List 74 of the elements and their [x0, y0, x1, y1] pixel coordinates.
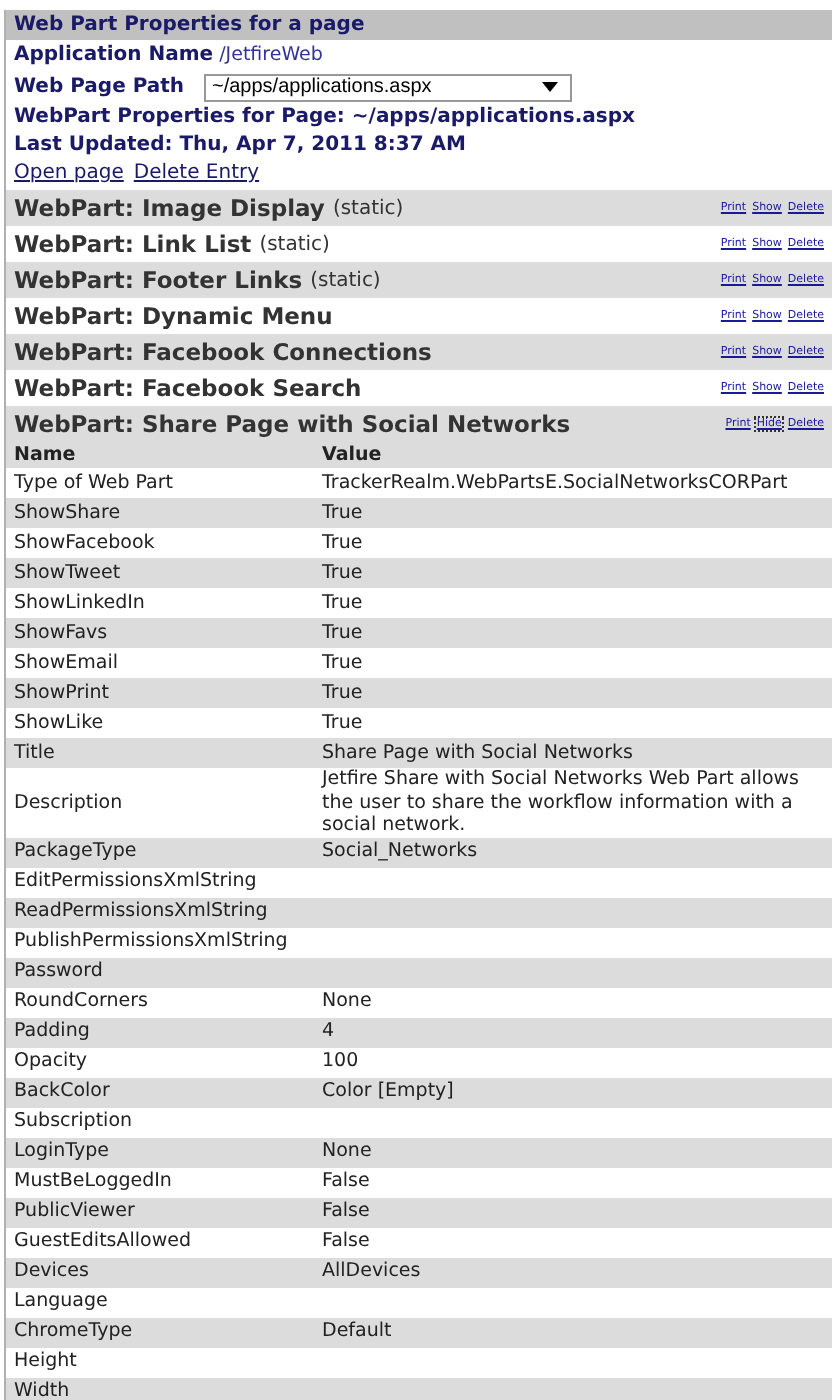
property-value: Share Page with Social Networks	[322, 741, 633, 764]
property-value: True	[322, 681, 363, 704]
property-value: Color [Empty]	[322, 1080, 454, 1103]
field-label: Web Page Path	[14, 73, 187, 101]
property-name: RoundCorners	[14, 990, 148, 1013]
property-name: ShowLike	[14, 711, 104, 734]
property-value: True	[322, 561, 363, 584]
property-name: ShowTweet	[14, 561, 121, 584]
property-value: False	[322, 1230, 370, 1253]
property-value: True	[322, 651, 363, 674]
property-value: True	[322, 591, 363, 614]
property-value: AllDevices	[322, 1260, 421, 1283]
property-name: PublishPermissionsXmlString	[14, 930, 288, 953]
webpart-title: WebPart: Link List	[14, 230, 252, 258]
static-note: (static)	[332, 197, 404, 219]
field-label: Application Name	[14, 44, 214, 66]
property-name: Width	[14, 1380, 70, 1400]
property-name: Height	[14, 1350, 77, 1373]
webpart-title: WebPart: Share Page with Social Networks	[14, 410, 571, 438]
property-value: False	[322, 1170, 370, 1193]
webpart-title: WebPart: Image Display	[14, 194, 325, 222]
column-header: Name	[6, 442, 314, 468]
property-value: Default	[322, 1320, 392, 1343]
webpart-title: WebPart: Facebook Connections	[14, 338, 432, 366]
property-name: BackColor	[14, 1080, 110, 1103]
property-name: PackageType	[14, 840, 137, 863]
property-name: EditPermissionsXmlString	[14, 870, 257, 893]
property-name: LoginType	[14, 1140, 109, 1163]
property-value: 100	[322, 1050, 359, 1073]
property-name: ShowFavs	[14, 621, 108, 644]
property-value: True	[322, 621, 363, 644]
property-name: ShowFacebook	[14, 531, 155, 554]
field-value: /JetfireWeb	[219, 44, 323, 66]
path-dropdown[interactable]: ~/apps/applications.aspx	[204, 73, 572, 101]
column-header: Value	[314, 442, 832, 468]
property-value: 4	[322, 1020, 335, 1043]
property-name: Type of Web Part	[14, 471, 174, 494]
action-link[interactable]: Delete Entry	[133, 162, 260, 184]
property-name: Padding	[14, 1020, 90, 1043]
property-name: Title	[14, 741, 55, 764]
webpart-title: WebPart: Dynamic Menu	[14, 302, 333, 330]
property-value: None	[322, 990, 372, 1013]
static-note: (static)	[310, 269, 381, 291]
property-name: Description	[14, 791, 123, 813]
property-name: PublicViewer	[14, 1200, 135, 1223]
last-updated-text: Last Updated: Thu, Apr 7, 2011 8:37 AM	[14, 132, 468, 160]
webpart-title: WebPart: Footer Links	[14, 266, 303, 294]
property-name: Devices	[14, 1260, 89, 1283]
property-name: ShowPrint	[14, 681, 109, 704]
property-value: True	[322, 531, 363, 554]
property-value: TrackerRealm.WebPartsE.SocialNetworksCORPart	[322, 471, 788, 494]
static-note: (static)	[259, 233, 330, 255]
property-name: Language	[14, 1290, 108, 1313]
panel-title: Web Part Properties for a page	[6, 10, 832, 40]
property-name: ShowLinkedIn	[14, 591, 145, 614]
webpart-title: WebPart: Facebook Search	[14, 374, 362, 402]
property-name: ChromeType	[14, 1320, 133, 1343]
property-name: ShowEmail	[14, 651, 118, 674]
property-value: Jetfire Share with Social Networks Web Part allows the user to share the workflow information with a social network.	[322, 768, 799, 836]
property-value: False	[322, 1200, 370, 1223]
page-heading: WebPart Properties for Page: ~/apps/applications.aspx	[14, 104, 637, 132]
property-name: ShowShare	[14, 501, 121, 524]
property-value: True	[322, 501, 363, 524]
property-name: GuestEditsAllowed	[14, 1230, 191, 1253]
caret-icon	[542, 82, 558, 92]
property-name: Opacity	[14, 1050, 88, 1073]
property-value: True	[322, 711, 363, 734]
action-link[interactable]: Open page	[14, 162, 124, 184]
property-name: Password	[14, 960, 103, 983]
property-value: None	[322, 1140, 372, 1163]
property-name: Subscription	[14, 1110, 133, 1133]
property-name: ReadPermissionsXmlString	[14, 900, 268, 923]
property-name: MustBeLoggedIn	[14, 1170, 172, 1193]
property-value: Social_Networks	[322, 840, 478, 863]
